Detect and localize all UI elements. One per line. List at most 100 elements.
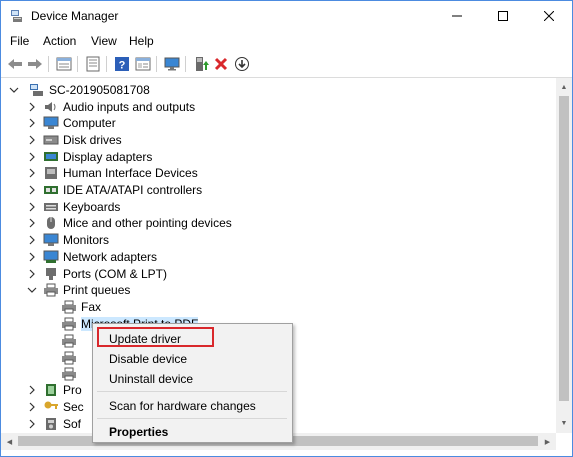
printer-icon (62, 367, 76, 380)
hide-show-tree-icon (86, 56, 100, 72)
tree-item-printer[interactable] (61, 349, 81, 366)
chevron-down-icon[interactable] (9, 85, 19, 95)
chevron-right-icon[interactable] (27, 419, 37, 429)
scroll-right-arrow-icon[interactable]: ▶ (539, 433, 556, 450)
update-driver-highlight-box (97, 327, 214, 347)
menu-help[interactable]: Help (129, 34, 154, 48)
chevron-right-icon[interactable] (27, 402, 37, 412)
download-driver-button[interactable] (232, 54, 252, 74)
title-bar: Device Manager (1, 1, 572, 31)
tree-category-disk-drives[interactable]: Disk drives (27, 131, 122, 148)
chevron-right-icon[interactable] (27, 385, 37, 395)
show-hide-tree-button[interactable] (83, 54, 103, 74)
tree-category-display-adapters[interactable]: Display adapters (27, 148, 152, 165)
uninstall-device-icon (214, 57, 228, 71)
maximize-icon (498, 11, 508, 21)
menu-bar: File Action View Help (1, 31, 572, 51)
tree-item-printer[interactable] (61, 365, 81, 382)
tree-category-print-queues[interactable]: Print queues (27, 282, 130, 299)
properties-icon (56, 57, 72, 71)
tree-category-ports-com-lpt[interactable]: Ports (COM & LPT) (27, 265, 167, 282)
toolbar-separator (106, 56, 107, 72)
back-arrow-icon (8, 59, 22, 69)
tree-category-software-devices[interactable]: Sof (27, 415, 81, 432)
tree-category-network-adapters[interactable]: Network adapters (27, 248, 157, 265)
back-button[interactable] (5, 54, 25, 74)
vertical-scroll-thumb[interactable] (559, 96, 569, 401)
menu-action[interactable]: Action (43, 34, 76, 48)
hid-icon (45, 167, 57, 180)
toolbar: ? (1, 51, 572, 78)
tree-item-fax[interactable]: Fax (61, 298, 101, 315)
tree-item-printer[interactable] (61, 332, 81, 349)
help-button[interactable]: ? (112, 54, 132, 74)
scroll-up-arrow-icon[interactable]: ▲ (556, 79, 572, 96)
context-menu-disable-device[interactable]: Disable device (109, 352, 187, 366)
properties-button[interactable] (54, 54, 74, 74)
chevron-down-icon[interactable] (27, 285, 37, 295)
port-icon (46, 267, 56, 280)
scan-button[interactable] (162, 54, 182, 74)
computer-tree-icon (30, 83, 43, 96)
tree-item-label: Fax (81, 299, 102, 314)
ide-controller-icon (44, 186, 58, 194)
chevron-right-icon[interactable] (27, 135, 37, 145)
close-icon (544, 11, 554, 21)
tree-category-label: Keyboards (63, 199, 121, 214)
keyboard-icon (44, 202, 58, 211)
scroll-down-arrow-icon[interactable]: ▼ (556, 415, 572, 432)
tree-category-security-devices[interactable]: Sec (27, 398, 84, 415)
tree-category-label: Network adapters (63, 249, 158, 264)
tree-category-processors[interactable]: Pro (27, 381, 82, 398)
context-menu-scan-hardware[interactable]: Scan for hardware changes (109, 399, 256, 413)
tree-category-human-interface-devices[interactable]: Human Interface Devices (27, 165, 198, 182)
context-menu-separator (97, 418, 287, 419)
context-menu-uninstall-device[interactable]: Uninstall device (109, 372, 193, 386)
context-menu-properties[interactable]: Properties (109, 425, 168, 439)
uninstall-button[interactable] (211, 54, 231, 74)
chevron-right-icon[interactable] (27, 152, 37, 162)
chevron-right-icon[interactable] (27, 168, 37, 178)
forward-button[interactable] (25, 54, 45, 74)
scroll-left-arrow-icon[interactable]: ◀ (1, 433, 18, 450)
monitor-icon (43, 233, 59, 247)
update-driver-button[interactable] (191, 54, 211, 74)
minimize-button[interactable] (434, 1, 480, 31)
tree-category-mice-and-other-pointing-devices[interactable]: Mice and other pointing devices (27, 215, 232, 232)
download-driver-icon (235, 57, 249, 71)
chevron-right-icon[interactable] (27, 269, 37, 279)
maximize-button[interactable] (480, 1, 526, 31)
close-button[interactable] (526, 1, 572, 31)
chevron-right-icon[interactable] (27, 235, 37, 245)
chevron-right-icon[interactable] (27, 185, 37, 195)
toolbar-separator (48, 56, 49, 72)
tree-category-computer[interactable]: Computer (27, 115, 116, 132)
tree-category-ide-ata-atapi-controllers[interactable]: IDE ATA/ATAPI controllers (27, 182, 202, 199)
chevron-right-icon[interactable] (27, 202, 37, 212)
tree-category-monitors[interactable]: Monitors (27, 232, 109, 249)
toolbar-separator (185, 56, 186, 72)
tree-category-label: Ports (COM & LPT) (63, 266, 168, 281)
tree-category-label: Print queues (63, 283, 131, 298)
tree-category-label: Monitors (63, 233, 110, 248)
printer-icon (44, 283, 58, 297)
chevron-right-icon[interactable] (27, 102, 37, 112)
processor-icon (46, 383, 56, 396)
tree-category-label: Sec (63, 399, 84, 414)
enable-device-icon (196, 57, 209, 71)
computer-icon (43, 116, 59, 130)
tree-category-keyboards[interactable]: Keyboards (27, 198, 120, 215)
tree-root[interactable]: SC-201905081708 (9, 81, 150, 98)
menu-view[interactable]: View (91, 34, 117, 48)
chevron-right-icon[interactable] (27, 218, 37, 228)
menu-file[interactable]: File (10, 34, 29, 48)
help-icon: ? (115, 57, 129, 72)
security-key-icon (44, 401, 58, 409)
view-button[interactable] (133, 54, 153, 74)
tree-category-label: Disk drives (63, 132, 122, 147)
tree-category-audio-inputs-and-outputs[interactable]: Audio inputs and outputs (27, 98, 195, 115)
tree-category-label: Audio inputs and outputs (63, 99, 196, 114)
chevron-right-icon[interactable] (27, 118, 37, 128)
mouse-icon (47, 217, 55, 230)
chevron-right-icon[interactable] (27, 252, 37, 262)
